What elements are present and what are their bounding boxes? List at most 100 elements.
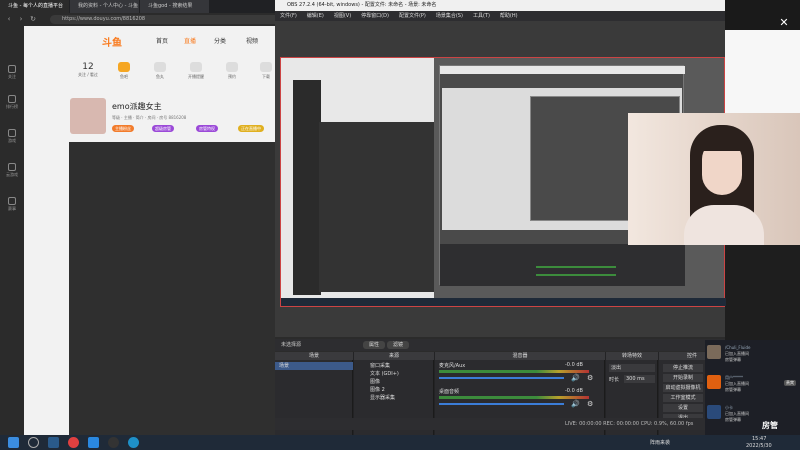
- search-icon[interactable]: [28, 437, 39, 448]
- source-item[interactable]: 文本 (GDI+): [354, 370, 434, 378]
- cup-icon: [8, 197, 16, 205]
- rail-item-follow[interactable]: 关注: [0, 62, 24, 86]
- chrome-icon[interactable]: [68, 437, 79, 448]
- forward-icon[interactable]: ›: [16, 15, 26, 24]
- close-icon[interactable]: ✕: [776, 15, 792, 31]
- video-player[interactable]: [69, 142, 280, 435]
- mixer-desktop-db: -0.0 dB: [565, 388, 583, 394]
- filters-button[interactable]: 滤镜: [387, 341, 410, 349]
- browser-tab-3[interactable]: 斗鱼god - 搜索结果: [140, 0, 210, 13]
- menu-profile[interactable]: 配置文件(P): [394, 11, 431, 21]
- stop-stream-button[interactable]: 停止推流: [663, 364, 703, 372]
- clock-date[interactable]: 2022/5/30: [746, 443, 772, 449]
- site-logo[interactable]: 斗鱼: [102, 34, 122, 49]
- scene-item[interactable]: 场景: [275, 362, 353, 370]
- speaker-icon[interactable]: 🔊: [571, 374, 580, 382]
- desktop-fader[interactable]: [439, 403, 564, 405]
- download-icon: [260, 62, 272, 72]
- streamer-name: emo派趣女主: [112, 102, 162, 111]
- browser-tab-1[interactable]: 斗鱼 - 每个人的直播平台: [0, 0, 70, 13]
- source-toolbar: 未选择源 属性 滤镜: [275, 339, 725, 351]
- reload-icon[interactable]: ↻: [28, 15, 38, 24]
- menu-scene-collection[interactable]: 场景集合(S): [431, 11, 468, 21]
- settings-button[interactable]: 设置: [663, 404, 703, 412]
- menu-view[interactable]: 视图(V): [329, 11, 356, 21]
- header-follow[interactable]: 12 关注 / 看过: [74, 62, 102, 78]
- studio-mode-button[interactable]: 工作室模式: [663, 394, 703, 402]
- bell-icon: [190, 62, 202, 72]
- windows-taskbar: 阵雨来袭 15:47 2022/5/30: [0, 435, 800, 450]
- badge-live[interactable]: 正在直播中: [238, 125, 264, 132]
- mic-fader[interactable]: [439, 377, 564, 379]
- start-recording-button[interactable]: 开始录制: [663, 374, 703, 382]
- rail-item-rank[interactable]: 排行榜: [0, 92, 24, 116]
- app-icon[interactable]: [88, 437, 99, 448]
- header-fishbar[interactable]: 鱼吧: [110, 62, 138, 80]
- badge-fans[interactable]: 主播粉丝: [112, 125, 134, 132]
- address-bar[interactable]: https://www.douyu.com/8816208: [50, 15, 280, 24]
- mixer-mic-label: 麦克风/Aux: [439, 363, 466, 369]
- nav-home[interactable]: 首页: [156, 36, 168, 45]
- sources-title: 来源: [354, 352, 434, 360]
- nav-category[interactable]: 分类: [214, 36, 226, 45]
- duration-label: 时长: [609, 377, 620, 383]
- rail-item-game[interactable]: 游戏: [0, 126, 24, 150]
- rail-label: 排行榜: [6, 104, 18, 109]
- properties-button[interactable]: 属性: [363, 341, 386, 349]
- nav-live[interactable]: 直播: [184, 36, 196, 45]
- weather-text[interactable]: 阵雨来袭: [650, 439, 670, 446]
- avatar: [707, 375, 721, 389]
- back-icon[interactable]: ‹: [4, 15, 14, 24]
- header-remind[interactable]: 开播提醒: [182, 62, 210, 80]
- header-booking[interactable]: 预约: [218, 62, 246, 80]
- header-icon-label: 鱼吧: [120, 74, 128, 79]
- transition-select[interactable]: 淡出: [609, 364, 655, 372]
- rail-label: 赛事: [8, 206, 16, 211]
- nested-docks: [440, 244, 685, 286]
- rail-item-events[interactable]: 赛事: [0, 194, 24, 218]
- mixer-mic-db: -0.0 dB: [565, 362, 583, 368]
- gamepad-icon: [8, 129, 16, 137]
- desktop-meter: [439, 396, 589, 399]
- nav-video[interactable]: 视频: [246, 36, 258, 45]
- avatar: [707, 345, 721, 359]
- gear-icon[interactable]: ⚙: [587, 374, 593, 382]
- menu-tools[interactable]: 工具(T): [468, 11, 495, 21]
- streamer-profile: emo派趣女主 等级 · 主播 · 简介 · 房间 · 房号 8816208 主…: [70, 98, 280, 138]
- nested-taskbar: [281, 298, 726, 306]
- ball-icon: [154, 62, 166, 72]
- avatar[interactable]: [70, 98, 106, 134]
- source-item[interactable]: 窗口采集: [354, 362, 434, 370]
- obs-statusbar: LIVE: 00:00:00 REC: 00:00:00 CPU: 0.9%, …: [275, 418, 725, 430]
- browser-tab-2[interactable]: 我的资料 - 个人中心 - 斗鱼: [70, 0, 140, 13]
- menu-file[interactable]: 文件(F): [275, 11, 302, 21]
- steam-icon[interactable]: [48, 437, 59, 448]
- source-item[interactable]: 图像 2: [354, 386, 434, 394]
- obs-icon[interactable]: [108, 437, 119, 448]
- transitions-title: 转场特效: [606, 352, 658, 360]
- background-page-strip: [725, 30, 800, 113]
- duration-input[interactable]: 300 ms: [624, 375, 655, 383]
- source-item[interactable]: 显示器采集: [354, 394, 434, 402]
- badge-admin[interactable]: 房管特权: [196, 125, 218, 132]
- chat-line: 房管弹幕: [725, 357, 741, 362]
- menu-help[interactable]: 帮助(H): [495, 11, 523, 21]
- site-left-rail: 关注 排行榜 游戏 云游戏 赛事: [0, 26, 24, 435]
- browser-tabbar: 斗鱼 - 每个人的直播平台 我的资料 - 个人中心 - 斗鱼 斗鱼god - 搜…: [0, 0, 280, 13]
- browser-toolbar: ‹ › ↻ https://www.douyu.com/8816208: [0, 13, 280, 26]
- badge-super-admin[interactable]: 超级房管: [152, 125, 174, 132]
- speaker-icon[interactable]: 🔊: [571, 400, 580, 408]
- edge-icon[interactable]: [128, 437, 139, 448]
- rail-label: 游戏: [8, 138, 16, 143]
- clock-time[interactable]: 15:47: [752, 436, 766, 442]
- virtual-camera-button[interactable]: 启动虚拟摄像机: [663, 384, 703, 392]
- menu-edit[interactable]: 编辑(E): [302, 11, 329, 21]
- menu-docks[interactable]: 停靠窗口(D): [356, 11, 394, 21]
- source-item[interactable]: 图像: [354, 378, 434, 386]
- header-fishball[interactable]: 鱼丸: [146, 62, 174, 80]
- rail-item-cloud[interactable]: 云游戏: [0, 160, 24, 184]
- gear-icon[interactable]: ⚙: [587, 400, 593, 408]
- windows-start-icon[interactable]: [8, 437, 19, 448]
- avatar: [707, 405, 721, 419]
- chat-message: /Chuli_Fluide 已加入直播间 房管弹幕: [707, 342, 798, 368]
